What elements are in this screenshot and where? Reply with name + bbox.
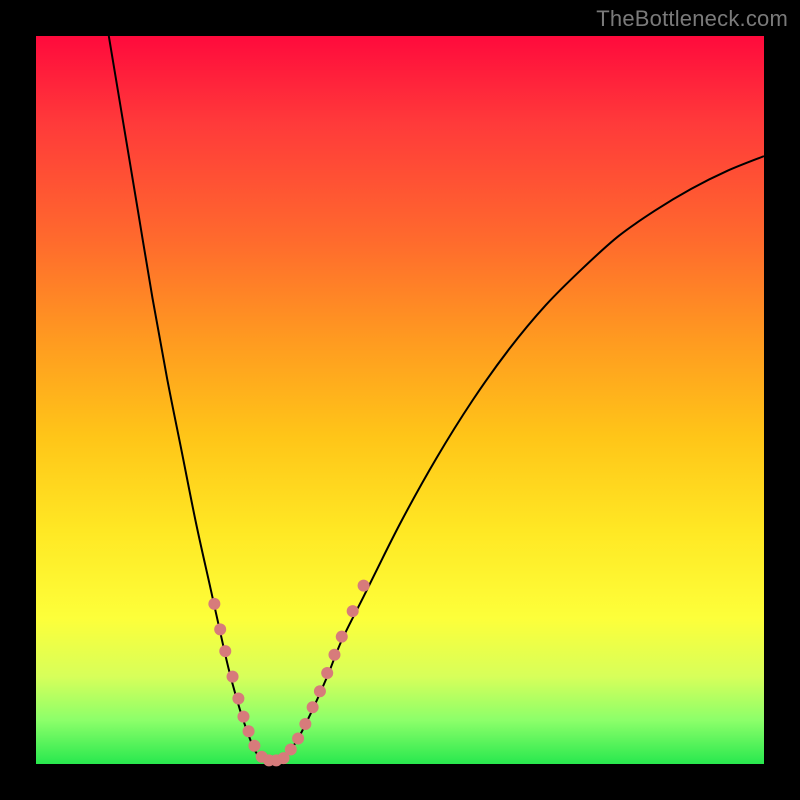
left-curve xyxy=(109,36,262,760)
data-marker xyxy=(219,645,231,657)
data-marker xyxy=(237,711,249,723)
data-marker xyxy=(299,718,311,730)
plot-area xyxy=(36,36,764,764)
data-marker xyxy=(314,685,326,697)
data-marker xyxy=(208,598,220,610)
data-marker xyxy=(248,740,260,752)
data-marker xyxy=(328,649,340,661)
data-marker xyxy=(232,692,244,704)
data-marker xyxy=(347,605,359,617)
chart-frame: TheBottleneck.com xyxy=(0,0,800,800)
right-curve xyxy=(284,156,764,760)
marker-group xyxy=(208,580,369,767)
data-marker xyxy=(307,701,319,713)
data-marker xyxy=(243,725,255,737)
data-marker xyxy=(321,667,333,679)
data-marker xyxy=(358,580,370,592)
data-marker xyxy=(285,743,297,755)
data-marker xyxy=(292,733,304,745)
data-marker xyxy=(336,631,348,643)
data-marker xyxy=(214,623,226,635)
watermark-text: TheBottleneck.com xyxy=(596,6,788,32)
data-marker xyxy=(227,671,239,683)
chart-svg xyxy=(36,36,764,764)
